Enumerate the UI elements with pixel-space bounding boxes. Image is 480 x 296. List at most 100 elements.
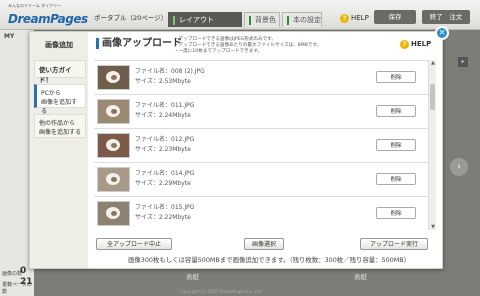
thumbnail-detail [111, 109, 117, 114]
next-page-arrow-icon[interactable]: › [450, 158, 468, 176]
file-name: ファイル名：011.JPG [135, 100, 194, 109]
file-name-prefix: ファイル名： [135, 170, 172, 177]
page-count-value: 21 [20, 277, 33, 287]
save-button[interactable]: 保存 [374, 10, 416, 24]
file-name: ファイル名：015.JPG [135, 202, 194, 211]
list-item: ファイル名：008 (2).JPG サイズ：2.53Mbyte 削除 [94, 61, 428, 95]
file-name-prefix: ファイル名： [135, 68, 172, 75]
image-count-value: 0 [20, 266, 27, 276]
thumbnail-detail [111, 177, 117, 182]
delete-button[interactable]: 削除 [376, 71, 416, 83]
file-size-prefix: サイズ： [135, 214, 159, 221]
help-label: HELP [351, 14, 369, 22]
scroll-down-icon[interactable]: ▼ [429, 224, 437, 230]
delete-button[interactable]: 削除 [376, 105, 416, 117]
file-size: サイズ：2.23Mbyte [135, 144, 191, 153]
file-size-value: 2.22Mbyte [158, 214, 191, 221]
file-name-value: 015.JPG [171, 204, 195, 211]
list-item: ファイル名：011.JPG サイズ：2.24Mbyte 削除 [94, 95, 428, 129]
list-item: ファイル名：014.JPG サイズ：2.29Mbyte 削除 [94, 163, 428, 197]
file-name-prefix: ファイル名： [135, 102, 172, 109]
tab-marker [173, 16, 175, 25]
cover-label-right: 表紙 [354, 273, 367, 281]
file-size-prefix: サイズ： [135, 146, 159, 153]
file-name-value: 011.JPG [171, 102, 195, 109]
upload-capacity-text: 画像300枚もしくは容量500MBまで画像追加できます。（残り枚数：300枚／残… [128, 256, 411, 264]
logo: みんなのドリーム ダイアリー DreamPages [8, 3, 88, 27]
thumbnail-detail [111, 211, 117, 216]
close-icon[interactable]: × [435, 26, 449, 40]
file-size: サイズ：2.24Mbyte [135, 110, 191, 119]
help-icon: ? [400, 40, 409, 49]
list-item: ファイル名：012.JPG サイズ：2.23Mbyte 削除 [94, 129, 428, 163]
help-label: HELP [411, 40, 432, 48]
app-header: みんなのドリーム ダイアリー DreamPages ポータブル（20ページ） レ… [0, 0, 480, 30]
tab-label: 本の設定 [293, 16, 321, 24]
thumbnail-detail [111, 143, 117, 148]
help-link[interactable]: ? HELP [340, 14, 369, 23]
logo-tagline: みんなのドリーム ダイアリー [8, 3, 62, 8]
file-name-value: 012.JPG [171, 136, 195, 143]
file-name-prefix: ファイル名： [135, 204, 172, 211]
dialog-sidebar-title: 画像追加 [45, 41, 73, 49]
dialog-content: 画像アップロード ・アップロードできる画像はJPEG形式のみです。 ・アップロー… [88, 32, 442, 268]
file-size-prefix: サイズ： [135, 180, 159, 187]
image-thumbnail [97, 167, 130, 192]
file-name-value: 014.JPG [171, 170, 195, 177]
image-thumbnail [97, 99, 130, 124]
file-size-prefix: サイズ： [135, 112, 159, 119]
file-size-prefix: サイズ： [135, 78, 159, 85]
tab-book-settings[interactable]: 本の設定 [282, 12, 322, 27]
upload-notes: ・アップロードできる画像はJPEG形式のみです。 ・アップロードできる画像あたり… [174, 37, 394, 55]
tab-background-color[interactable]: 背景色 [244, 12, 280, 27]
sidebar-item-add-from-pc[interactable]: PCから 画像を追加する [34, 84, 86, 115]
tab-marker [249, 16, 251, 25]
tab-marker [287, 16, 289, 25]
book-mode-label: ポータブル（20ページ） [94, 14, 168, 22]
file-size-value: 2.29Mbyte [158, 180, 191, 187]
cover-label-left: 表紙 [186, 273, 199, 281]
scrollbar-thumb[interactable] [430, 84, 435, 110]
image-thumbnail [97, 201, 130, 226]
file-size: サイズ：2.29Mbyte [135, 178, 191, 187]
file-size: サイズ：2.22Mbyte [135, 212, 191, 221]
tab-label: レイアウト [179, 16, 214, 24]
logo-text: DreamPages [8, 12, 88, 26]
note-line: ・一度に10枚までアップロードできます。 [174, 49, 263, 54]
dialog-help-link[interactable]: ? HELP [400, 40, 431, 49]
help-icon: ? [340, 14, 349, 23]
copyright: Copyright (C) 2007 DreamPages Inc. Ltd. [180, 289, 263, 294]
image-thumbnail [97, 65, 130, 90]
page-nav-icon[interactable]: ▸ [458, 57, 468, 67]
cancel-all-uploads-button[interactable]: 全アップロード中止 [96, 238, 172, 250]
file-name: ファイル名：012.JPG [135, 134, 194, 143]
sidebar-title: MY [4, 33, 15, 40]
delete-button[interactable]: 削除 [376, 139, 416, 151]
image-count-label: 画像の数 [2, 271, 23, 277]
finish-order-button[interactable]: 終了 注文 [422, 10, 470, 24]
file-name: ファイル名：008 (2).JPG [135, 66, 205, 75]
file-name-prefix: ファイル名： [135, 136, 172, 143]
dialog-sidebar: 画像追加 使い方ガイド！ PCから 画像を追加する 他の作品から 画像を追加する [30, 32, 88, 268]
list-item: ファイル名：015.JPG サイズ：2.22Mbyte 削除 [94, 197, 428, 230]
image-thumbnail [97, 133, 130, 158]
file-size-value: 2.24Mbyte [158, 112, 191, 119]
upload-file-list: ファイル名：008 (2).JPG サイズ：2.53Mbyte 削除 ファイル名… [94, 60, 428, 230]
delete-button[interactable]: 削除 [376, 207, 416, 219]
tab-layout[interactable]: レイアウト [168, 12, 242, 27]
file-size-value: 2.53Mbyte [158, 78, 191, 85]
file-name: ファイル名：014.JPG [135, 168, 194, 177]
image-upload-dialog: 画像追加 使い方ガイド！ PCから 画像を追加する 他の作品から 画像を追加する… [29, 31, 443, 269]
dialog-title: 画像アップロード [96, 38, 182, 49]
file-name-value: 008 (2).JPG [171, 68, 205, 75]
sidebar-item-guide[interactable]: 使い方ガイド！ [34, 60, 86, 84]
scroll-up-icon[interactable]: ▲ [429, 60, 437, 66]
file-size: サイズ：2.53Mbyte [135, 76, 191, 85]
select-image-button[interactable]: 画像選択 [244, 238, 284, 250]
run-upload-button[interactable]: アップロード実行 [360, 238, 428, 250]
sidebar-item-add-from-other-works[interactable]: 他の作品から 画像を追加する [34, 114, 86, 138]
list-scrollbar[interactable]: ▲ ▼ [428, 60, 436, 230]
thumbnail-detail [111, 75, 117, 80]
delete-button[interactable]: 削除 [376, 173, 416, 185]
file-size-value: 2.23Mbyte [158, 146, 191, 153]
